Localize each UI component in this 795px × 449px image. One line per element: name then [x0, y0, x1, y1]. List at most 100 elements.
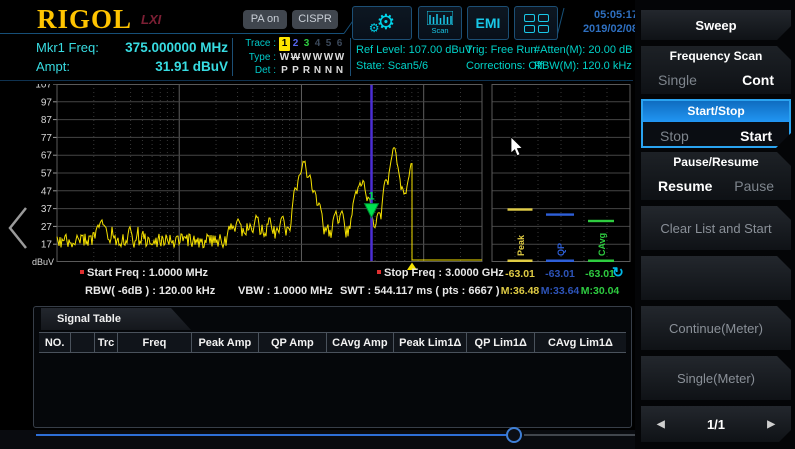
trace-1-indicator[interactable]: 1 [279, 37, 290, 51]
softkey-clear-list-and-start[interactable]: Clear List and Start [641, 206, 791, 250]
ref-level-status: Ref Level: 107.00 dBuV State: Scan5/6 [356, 42, 472, 74]
trace-5-det: N [323, 64, 334, 78]
scan-mode-button[interactable]: Scan [418, 6, 462, 40]
option-start[interactable]: Start [740, 128, 772, 144]
y-axis-tick: 107 [35, 84, 52, 91]
softkey-start-stop[interactable]: Start/Stop Stop Start [641, 99, 791, 148]
type-label: Type : [238, 51, 276, 65]
col-qp-amp: QP Amp [259, 333, 327, 352]
y-axis-tick: 67 [41, 151, 53, 162]
y-axis-tick: 87 [41, 115, 53, 126]
option-single[interactable]: Single [658, 72, 697, 88]
cavg-meter-bar [588, 220, 614, 222]
trace-1-det: P [279, 64, 290, 78]
qp-meter-bar [546, 213, 574, 215]
layout-grid-button[interactable] [514, 6, 558, 40]
marker-1-label: 1 [369, 191, 375, 203]
corrections: Corrections: Off [466, 58, 543, 74]
trace-2-indicator[interactable]: 2 [290, 37, 301, 51]
emi-analyzer-screen: RIGOL LXI PA on CISPR ⚙ ⚙ Scan EMI 05:05… [0, 0, 795, 449]
scan-progress-done [36, 434, 508, 436]
option-stop[interactable]: Stop [660, 128, 689, 144]
qp-meter-label: QP [556, 243, 566, 256]
page-prev-icon[interactable]: ◀ [657, 419, 665, 430]
trace-3-indicator[interactable]: 3 [301, 37, 312, 51]
emi-mode-button[interactable]: EMI [467, 6, 509, 40]
info-divider [350, 38, 351, 76]
plot-border [57, 85, 482, 262]
vbw-annotation: VBW : 1.0000 MHz [238, 285, 333, 297]
atten-status: #Atten(M): 20.00 dB RBW(M): 120.0 kHz [534, 42, 632, 74]
sidebar-title-sweep: Sweep [641, 10, 791, 40]
peak-meter-baseline [508, 260, 533, 263]
trace-5-indicator[interactable]: 5 [323, 37, 334, 51]
trace-5-type: W [323, 51, 334, 65]
start-freq-annotation: Start Freq : 1.0000 MHz [80, 267, 208, 279]
peak-meter-label: Peak [516, 234, 526, 256]
y-axis-unit: dBuV [32, 257, 54, 267]
y-axis-tick: 57 [41, 169, 53, 180]
trace-6-det: N [334, 64, 345, 78]
trace-6-indicator[interactable]: 6 [334, 37, 345, 51]
group-title: Frequency Scan [641, 46, 791, 66]
trace-2-type: W [290, 51, 301, 65]
settings-button[interactable]: ⚙ ⚙ [352, 6, 412, 40]
mouse-cursor [511, 137, 522, 156]
option-cont[interactable]: Cont [742, 72, 774, 88]
rbw-annotation: RBW( -6dB ) : 120.00 kHz [85, 285, 215, 297]
trace-info: Trace :123456 Type :WWWWWW Det :PPRNNN [238, 37, 350, 78]
marker-freq-label: Mkr1 Freq: [36, 40, 99, 55]
scan-progress-knob[interactable] [506, 427, 522, 443]
cavg-meter-baseline [588, 260, 614, 263]
red-dot-icon [377, 270, 381, 274]
softkey-pause-resume[interactable]: Pause/Resume Resume Pause [641, 152, 791, 200]
swt-annotation: SWT : 544.117 ms ( pts : 6667 ) [340, 285, 500, 297]
meter-border [492, 85, 630, 262]
col-freq: Freq [118, 333, 191, 352]
option-resume[interactable]: Resume [658, 178, 712, 194]
y-axis-tick: 97 [41, 97, 53, 108]
trace-3-type: W [301, 51, 312, 65]
page-next-icon[interactable]: ▶ [767, 419, 775, 430]
cavg-meter-value: M:30.04 [577, 285, 623, 297]
softkey-continue-meter[interactable]: Continue(Meter) [641, 306, 791, 350]
pa-on-badge[interactable]: PA on [243, 10, 287, 29]
group-title: Start/Stop [643, 101, 789, 122]
signal-table-tab[interactable]: Signal Table [41, 308, 191, 330]
cispr-badge[interactable]: CISPR [292, 10, 338, 29]
cavg-meter-label: CAvg [597, 233, 607, 256]
option-pause[interactable]: Pause [734, 178, 774, 194]
scan-button-label: Scan [431, 26, 448, 35]
scan-histogram-icon [427, 11, 453, 25]
trace-1-line [57, 148, 482, 260]
peak-meter-bar [508, 208, 533, 210]
softkey-single-meter[interactable]: Single(Meter) [641, 356, 791, 400]
y-axis-tick: 37 [41, 204, 53, 215]
det-label: Det : [238, 64, 276, 78]
refresh-loop-icon[interactable]: ↻ [612, 264, 624, 281]
y-axis-tick: 47 [41, 186, 53, 197]
marker-readout: Mkr1 Freq: 375.000000 MHz Ampt: 31.91 dB… [36, 38, 228, 76]
ref-level: Ref Level: 107.00 dBuV [356, 42, 472, 58]
softkey-blank[interactable] [641, 256, 791, 300]
signal-table-panel: Signal Table NO. Trc Freq Peak Amp QP Am… [33, 306, 632, 428]
atten-value: #Atten(M): 20.00 dB [534, 42, 632, 58]
page-indicator: 1/1 [707, 417, 725, 432]
group-title: Pause/Resume [641, 152, 791, 172]
y-axis-tick: 17 [41, 240, 53, 251]
trace-4-indicator[interactable]: 4 [312, 37, 323, 51]
marker-ampt-label: Ampt: [36, 59, 70, 74]
col-no: NO. [39, 333, 71, 352]
softkey-frequency-scan[interactable]: Frequency Scan Single Cont [641, 46, 791, 94]
softkey-pagination[interactable]: ◀ 1/1 ▶ [641, 406, 791, 442]
col-blank [71, 333, 94, 352]
date-value: 2019/02/08 [560, 22, 638, 36]
trace-2-det: P [290, 64, 301, 78]
lxi-logo: LXI [141, 12, 161, 27]
col-peak-amp: Peak Amp [192, 333, 260, 352]
four-squares-icon [524, 14, 549, 33]
trigger-status: Trig: Free Run Corrections: Off [466, 42, 543, 74]
collapse-panel-chevron[interactable] [4, 204, 32, 252]
softkey-sidebar: Sweep Frequency Scan Single Cont Start/S… [635, 0, 795, 449]
signal-table-header: NO. Trc Freq Peak Amp QP Amp CAvg Amp Pe… [39, 332, 626, 353]
